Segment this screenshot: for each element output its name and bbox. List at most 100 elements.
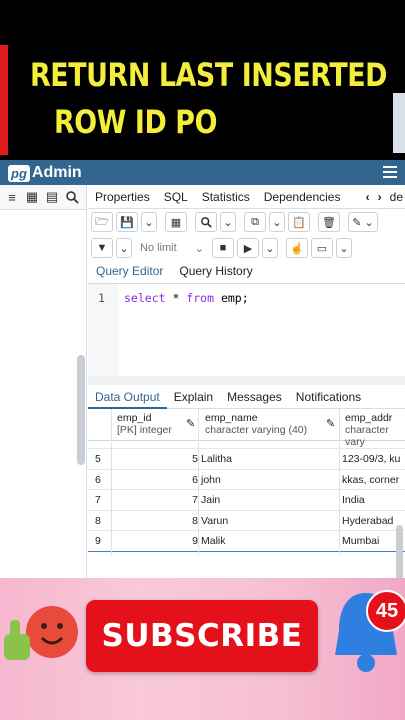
line-number: 1 — [98, 291, 105, 305]
cell-emp-name[interactable]: Malik — [201, 535, 226, 547]
cell-emp-id[interactable]: 5 — [174, 453, 198, 465]
cell-emp-addr[interactable]: India — [342, 494, 365, 506]
cell-emp-name[interactable]: Jain — [201, 494, 220, 506]
logo-pg: pg — [8, 164, 30, 182]
cell-emp-addr[interactable]: Mumbai — [342, 535, 379, 547]
execute-icon[interactable]: ▶ — [237, 238, 259, 258]
cell-emp-addr[interactable]: 123-09/3, ku — [342, 453, 400, 465]
copy-icon[interactable]: ⧉ — [244, 212, 266, 232]
cell-emp-id[interactable]: 7 — [174, 494, 198, 506]
limit-select[interactable]: No limit ⌄ — [135, 238, 209, 258]
browser-scrollbar[interactable] — [77, 355, 85, 465]
tab-dependencies[interactable]: Dependencies — [257, 190, 348, 204]
query-toolbar-2: ▼ ⌄ No limit ⌄ ■ ▶ ⌄ ☝ ▭ ⌄ — [88, 235, 405, 261]
copy-dropdown-icon[interactable]: ⌄ — [269, 212, 285, 232]
row-number: 8 — [95, 514, 101, 527]
pgadmin-window: pg Admin ≡ ▦ ▤ Properties SQL Statistics… — [0, 160, 405, 600]
tab-sql[interactable]: SQL — [157, 190, 195, 204]
sql-keyword-from: from — [186, 291, 215, 305]
tab-dependents-cut[interactable]: de — [390, 190, 403, 204]
accent-bar — [0, 45, 8, 155]
cell-emp-name[interactable]: Varun — [201, 515, 228, 527]
filter-icon[interactable]: ▼ — [91, 238, 113, 258]
find-dropdown-icon[interactable]: ⌄ — [220, 212, 236, 232]
search-icon[interactable] — [62, 187, 82, 207]
chevron-right-icon[interactable]: › — [378, 190, 382, 204]
explain-dropdown-icon[interactable]: ⌄ — [336, 238, 352, 258]
edit-data-icon[interactable]: ▦ — [165, 212, 187, 232]
sql-code-line: select * from emp; — [124, 291, 249, 305]
grid-divider — [111, 409, 112, 555]
pgadmin-logo: pg Admin — [8, 164, 82, 182]
table-row[interactable]: 7 7 Jain India — [88, 490, 405, 511]
cell-emp-id[interactable]: 6 — [174, 474, 198, 486]
logo-admin: Admin — [31, 164, 82, 181]
tab-query-history[interactable]: Query History — [171, 264, 260, 283]
query-toolbar-1: 🗁 💾 ⌄ ▦ ⌄ ⧉ ⌄ 📋 🗑 ✎ ⌄ — [88, 209, 405, 235]
cell-emp-id[interactable]: 9 — [174, 535, 198, 547]
notification-badge: 45 — [366, 590, 405, 632]
column-emp-id[interactable]: emp_id [PK] integer — [117, 412, 172, 436]
database-icon[interactable]: ≡ — [2, 187, 22, 207]
cell-emp-id[interactable]: 8 — [174, 515, 198, 527]
sql-text: * — [165, 291, 187, 305]
find-icon[interactable] — [195, 212, 217, 232]
subscribe-label: SUBSCRIBE — [101, 618, 303, 654]
paste-icon[interactable]: 📋 — [288, 212, 310, 232]
thumbs-up-emoji-icon — [4, 606, 78, 660]
table-row-partial — [88, 441, 405, 449]
tab-nav: ‹ › de — [366, 190, 405, 204]
edit-column-icon[interactable]: ✎ — [326, 417, 335, 430]
table-row[interactable]: 9 9 Malik Mumbai — [88, 531, 405, 552]
cell-emp-name[interactable]: Lalitha — [201, 453, 232, 465]
tab-data-output[interactable]: Data Output — [88, 385, 167, 409]
edit-column-icon[interactable]: ✎ — [186, 417, 195, 430]
table-row[interactable]: 8 8 Varun Hyderabad — [88, 511, 405, 531]
sql-editor[interactable]: 1 select * from emp; — [88, 284, 405, 376]
output-tabs: Data Output Explain Messages Notificatio… — [88, 385, 405, 409]
cell-emp-addr[interactable]: kkas, corner — [342, 474, 399, 486]
chevron-down-icon[interactable]: ⌄ — [141, 212, 157, 232]
table-search-icon[interactable]: ▤ — [42, 187, 62, 207]
tab-notifications[interactable]: Notifications — [289, 390, 368, 404]
browser-panel: ≡ ▦ ▤ — [0, 185, 87, 580]
delete-icon[interactable]: 🗑 — [318, 212, 340, 232]
column-name: emp_name — [205, 412, 258, 424]
save-file-icon[interactable]: 💾 — [116, 212, 138, 232]
title-line-1: RETURN LAST INSERTED — [30, 56, 388, 94]
explain-analyze-icon[interactable]: ▭ — [311, 238, 333, 258]
tab-statistics[interactable]: Statistics — [195, 190, 257, 204]
grid-header: emp_id [PK] integer ✎ emp_name character… — [88, 409, 405, 448]
row-number: 9 — [95, 535, 101, 547]
tab-messages[interactable]: Messages — [220, 390, 289, 404]
cell-emp-name[interactable]: john — [201, 474, 221, 486]
subscribe-button[interactable]: SUBSCRIBE — [86, 600, 318, 672]
table-icon[interactable]: ▦ — [22, 187, 42, 207]
tab-query-editor[interactable]: Query Editor — [88, 264, 171, 283]
tab-properties[interactable]: Properties — [88, 190, 157, 204]
window-edge — [393, 93, 405, 153]
edit-pencil-icon[interactable]: ✎ ⌄ — [348, 212, 378, 232]
grid-rows: 5 5 Lalitha 123-09/3, ku 6 6 john kkas, corner 7… — [88, 449, 405, 552]
row-number: 6 — [95, 473, 101, 486]
column-name: emp_addr — [345, 412, 393, 424]
filter-dropdown-icon[interactable]: ⌄ — [116, 238, 132, 258]
column-type: [PK] integer — [117, 424, 172, 436]
data-grid: emp_id [PK] integer ✎ emp_name character… — [88, 409, 405, 555]
hamburger-menu-icon[interactable] — [383, 166, 397, 178]
chevron-left-icon[interactable]: ‹ — [366, 190, 370, 204]
table-row[interactable]: 6 6 john kkas, corner — [88, 470, 405, 490]
sql-text-table: emp; — [214, 291, 249, 305]
subscribe-banner: SUBSCRIBE 45 — [0, 578, 405, 720]
table-row[interactable]: 5 5 Lalitha 123-09/3, ku — [88, 449, 405, 470]
column-emp-name[interactable]: emp_name character varying (40) — [205, 412, 307, 436]
execute-dropdown-icon[interactable]: ⌄ — [262, 238, 278, 258]
stop-icon[interactable]: ■ — [212, 238, 234, 258]
grid-divider — [339, 409, 340, 555]
sql-keyword-select: select — [124, 291, 166, 305]
explain-icon[interactable]: ☝ — [286, 238, 308, 258]
tab-explain[interactable]: Explain — [167, 390, 220, 404]
title-line-2: ROW ID PO — [54, 103, 217, 141]
open-file-icon[interactable]: 🗁 — [91, 212, 113, 232]
cell-emp-addr[interactable]: Hyderabad — [342, 515, 393, 527]
